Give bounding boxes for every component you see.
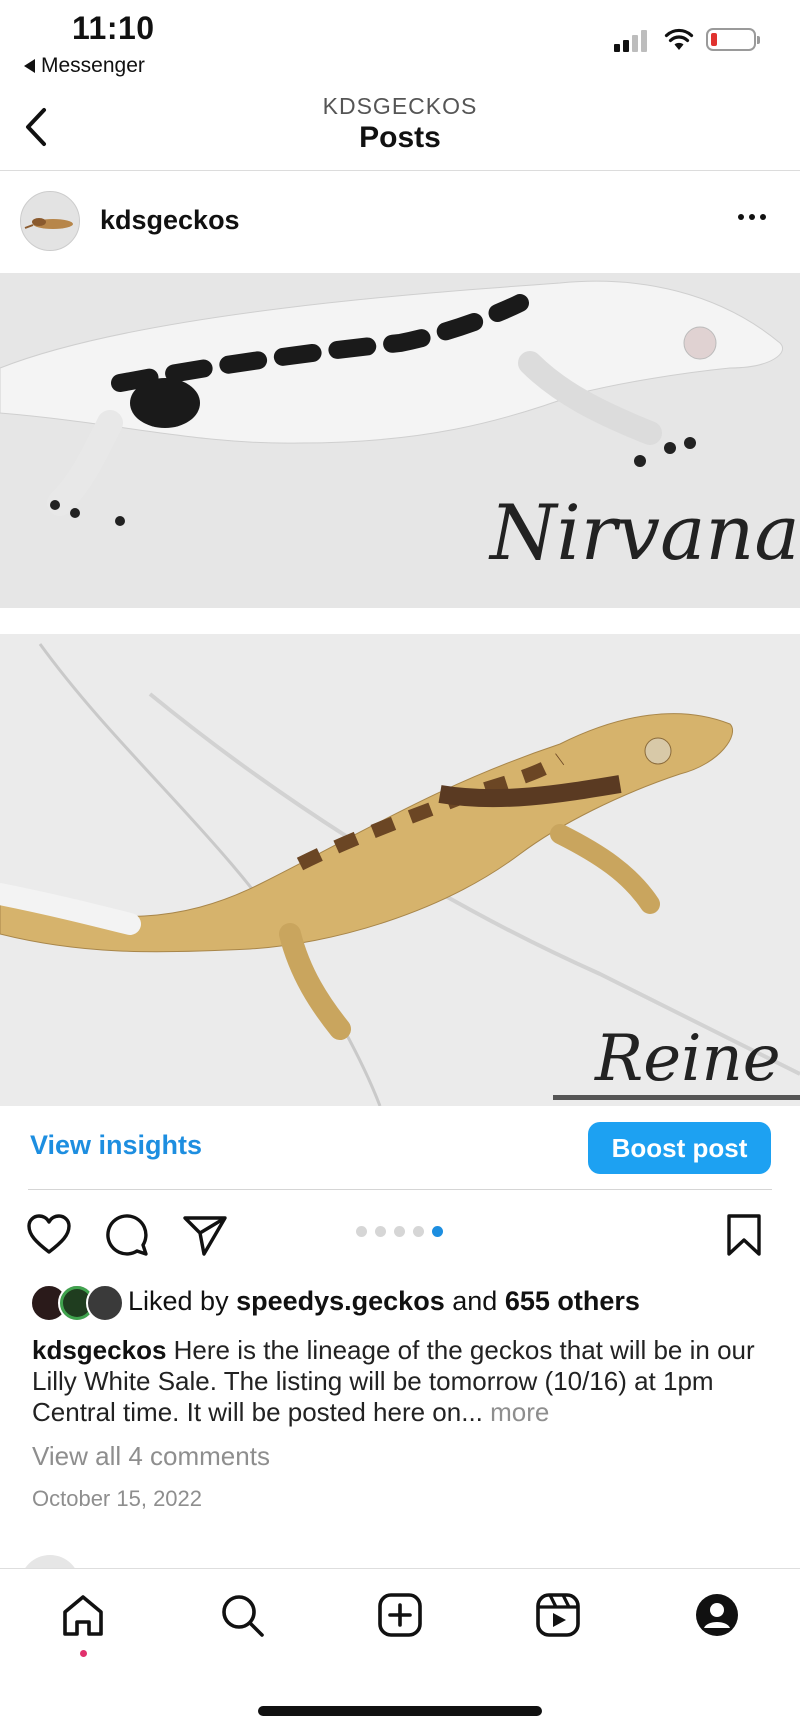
home-icon (63, 1595, 103, 1636)
tab-search[interactable] (217, 1590, 267, 1640)
photo-signature: Reine (595, 1022, 781, 1096)
home-indicator (258, 1706, 542, 1716)
liked-by-and: and (452, 1286, 498, 1316)
tab-reels[interactable] (533, 1590, 583, 1640)
liked-by-user[interactable]: speedys.geckos (236, 1286, 445, 1316)
photo-separator (0, 608, 800, 634)
avatar[interactable] (20, 191, 80, 251)
status-time: 11:10 (72, 10, 155, 46)
caption-more-link[interactable]: more (490, 1397, 549, 1427)
tab-create[interactable] (375, 1590, 425, 1640)
liked-by-avatars[interactable] (30, 1284, 124, 1322)
boost-post-button[interactable]: Boost post (588, 1122, 771, 1174)
page-title: Posts (359, 121, 441, 154)
carousel-indicator (356, 1226, 443, 1237)
bookmark-icon[interactable] (726, 1213, 762, 1257)
reels-icon (536, 1593, 580, 1637)
liked-by-others[interactable]: 655 others (505, 1286, 640, 1316)
post-date: October 15, 2022 (32, 1486, 203, 1511)
back-to-app-link[interactable]: Messenger (24, 54, 145, 78)
liked-by-prefix: Liked by (128, 1286, 229, 1316)
view-comments-link[interactable]: View all 4 comments (32, 1441, 270, 1472)
avatar (86, 1284, 124, 1322)
comment-icon[interactable] (105, 1213, 149, 1257)
header-divider (0, 170, 800, 171)
view-insights-link[interactable]: View insights (30, 1130, 202, 1161)
tab-profile[interactable] (692, 1590, 742, 1640)
header-account-name: KDSGECKOS (322, 93, 478, 119)
post-photo[interactable]: Nirvana (0, 273, 800, 608)
post-username[interactable]: kdsgeckos (100, 205, 240, 236)
back-triangle-icon (24, 59, 35, 73)
back-app-label: Messenger (41, 54, 145, 77)
more-horizontal-icon[interactable] (738, 214, 766, 220)
battery-icon (706, 28, 760, 51)
liked-by-text[interactable]: Liked by speedys.geckos and 655 others (128, 1286, 640, 1317)
notification-dot (80, 1650, 87, 1657)
create-post-icon (378, 1593, 422, 1637)
heart-icon[interactable] (26, 1213, 72, 1255)
photo-signature: Nirvana (490, 488, 800, 577)
wifi-icon (664, 28, 694, 50)
profile-icon (696, 1594, 738, 1636)
caption-username[interactable]: kdsgeckos (32, 1335, 166, 1365)
search-icon (222, 1595, 264, 1637)
share-icon[interactable] (182, 1213, 228, 1257)
tab-home[interactable] (58, 1590, 108, 1640)
post-photo[interactable]: Reine (0, 634, 800, 1106)
insights-divider (28, 1189, 772, 1190)
post-caption: kdsgeckos Here is the lineage of the gec… (32, 1335, 772, 1428)
cellular-signal-icon (614, 30, 647, 52)
